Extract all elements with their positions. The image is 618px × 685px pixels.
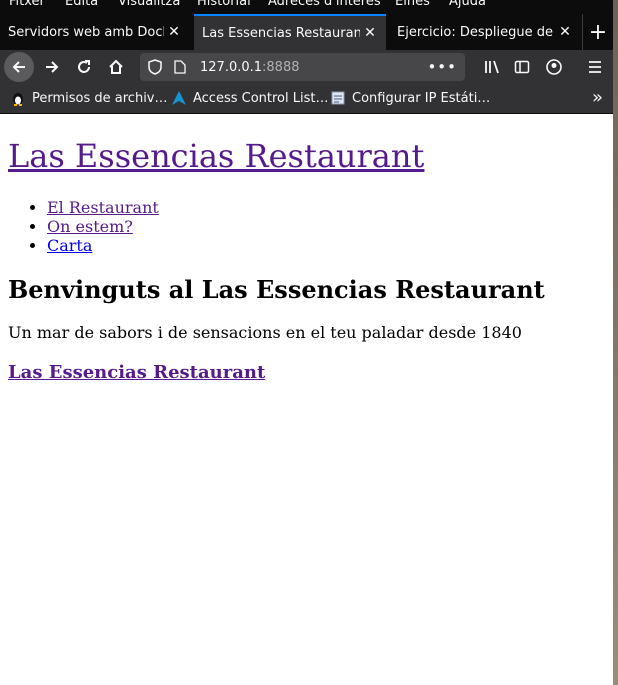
close-icon[interactable]: ✕ [164,24,184,40]
document-icon [331,91,345,105]
hamburger-icon [589,61,601,73]
library-button[interactable] [478,53,506,81]
page-actions-icon[interactable]: ••• [427,58,457,76]
navigation-toolbar: 127.0.0.1:8888 ••• [0,50,613,84]
menu-bookmarks[interactable]: Adreces d'interès [268,0,381,9]
bookmark-configurar-ip[interactable]: Configurar IP Estáti… [330,90,490,106]
close-icon[interactable]: ✕ [360,25,380,41]
tab-label: Ejercicio: Despliegue de p [397,24,555,40]
library-icon [485,60,499,74]
window-edge [613,0,618,685]
menu-file[interactable]: Fitxer [9,0,45,9]
tab-servidors-web[interactable]: Servidors web amb Docke ✕ [0,14,190,50]
home-icon [109,59,123,74]
arrow-right-icon [46,61,59,73]
sidebar-icon [514,60,530,74]
site-title: Las Essencias Restaurant [8,137,424,175]
tagline: Un mar de sabors i de sensacions en el t… [8,323,522,342]
account-button[interactable] [540,53,568,81]
arrow-left-icon [12,61,25,73]
site-title-link[interactable]: Las Essencias Restaurant [8,137,424,175]
shield-icon[interactable] [148,59,162,75]
nav-item: El Restaurant [47,198,159,217]
menu-edit[interactable]: Edita [65,0,98,9]
nav-item: Carta [47,236,159,255]
footer-title: Las Essencias Restaurant [8,362,265,383]
bookmarks-toolbar: Permisos de archiv… Access Control List…… [0,84,613,114]
welcome-heading: Benvinguts al Las Essencias Restaurant [8,275,545,304]
reload-icon [78,60,90,73]
bookmark-label: Access Control List… [193,90,329,106]
forward-button[interactable] [38,53,66,81]
hamburger-menu-button[interactable] [581,53,609,81]
arch-linux-icon [172,91,186,105]
url-port: :8888 [262,59,300,75]
browser-chrome: Fitxer Edita Visualitza Historial Adrece… [0,0,613,114]
account-icon [546,59,562,75]
home-button[interactable] [102,53,130,81]
url-bar[interactable]: 127.0.0.1:8888 ••• [140,53,465,81]
tab-label: Las Essencias Restaurant [202,25,360,41]
menu-view[interactable]: Visualitza [118,0,180,9]
new-tab-button[interactable]: + [582,14,613,50]
bookmark-access-control[interactable]: Access Control List… [171,90,328,106]
page-content: Las Essencias Restaurant El Restaurant O… [0,117,613,685]
nav-item: On estem? [47,217,159,236]
linux-penguin-icon [13,93,23,106]
footer-home-link[interactable]: Las Essencias Restaurant [8,362,265,383]
menu-bar: Fitxer Edita Visualitza Historial Adrece… [0,0,613,12]
menu-history[interactable]: Historial [197,0,251,9]
tab-ejercicio[interactable]: Ejercicio: Despliegue de p ✕ [389,14,581,50]
nav-link-el-restaurant[interactable]: El Restaurant [47,198,159,217]
page-info-icon[interactable] [174,60,186,74]
tab-las-essencias[interactable]: Las Essencias Restaurant ✕ [194,14,386,50]
more-bookmarks-icon[interactable]: » [592,87,603,108]
menu-tools[interactable]: Eines [395,0,430,9]
back-button[interactable] [4,52,34,82]
reload-button[interactable] [70,53,98,81]
bookmark-permisos[interactable]: Permisos de archiv… [10,90,168,106]
nav-link-carta[interactable]: Carta [47,236,92,255]
tab-label: Servidors web amb Docke [8,24,164,40]
bookmark-label: Permisos de archiv… [32,90,168,106]
sidebar-button[interactable] [508,53,536,81]
tab-bar: Servidors web amb Docke ✕ Las Essencias … [0,12,613,50]
close-icon[interactable]: ✕ [555,24,575,40]
site-navigation: El Restaurant On estem? Carta [8,198,159,255]
url-host: 127.0.0.1 [200,59,263,75]
bookmark-label: Configurar IP Estáti… [352,90,491,106]
nav-link-on-estem[interactable]: On estem? [47,217,133,236]
menu-help[interactable]: Ajuda [449,0,486,9]
